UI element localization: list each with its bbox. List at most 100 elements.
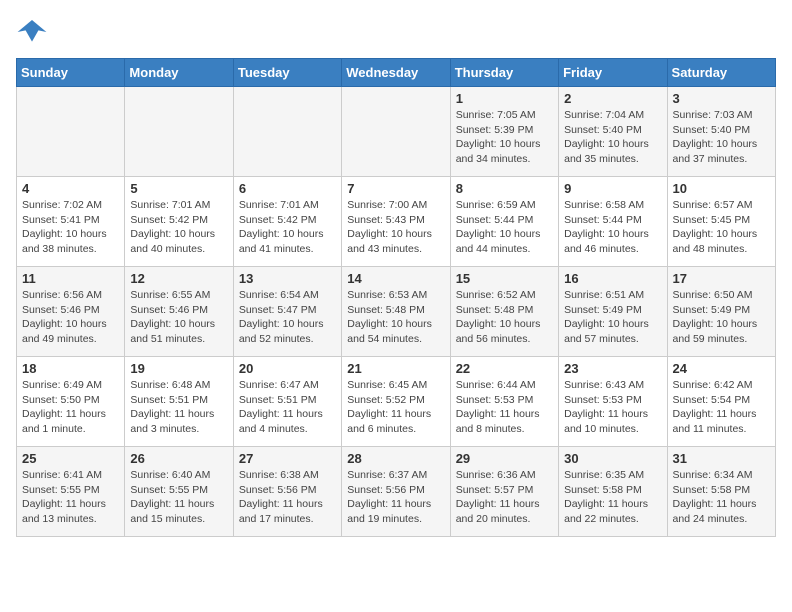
day-number: 6	[239, 181, 336, 196]
cell-line: Daylight: 11 hours	[564, 408, 648, 420]
cell-line: and 24 minutes.	[673, 513, 748, 525]
cell-line: and 35 minutes.	[564, 153, 639, 165]
cell-line: Sunset: 5:48 PM	[456, 304, 534, 316]
cell-line: Daylight: 10 hours	[130, 228, 215, 240]
cell-line: Sunrise: 6:36 AM	[456, 469, 536, 481]
cell-line: Daylight: 11 hours	[130, 498, 214, 510]
cell-line: Sunset: 5:55 PM	[130, 484, 208, 496]
calendar-cell: 1Sunrise: 7:05 AMSunset: 5:39 PMDaylight…	[450, 87, 558, 177]
cell-line: Sunrise: 7:02 AM	[22, 199, 102, 211]
day-number: 5	[130, 181, 227, 196]
cell-content: Sunrise: 6:55 AMSunset: 5:46 PMDaylight:…	[130, 288, 227, 347]
day-number: 23	[564, 361, 661, 376]
calendar-cell: 28Sunrise: 6:37 AMSunset: 5:56 PMDayligh…	[342, 447, 450, 537]
day-number: 26	[130, 451, 227, 466]
cell-line: and 19 minutes.	[347, 513, 422, 525]
cell-content: Sunrise: 6:34 AMSunset: 5:58 PMDaylight:…	[673, 468, 770, 527]
cell-content: Sunrise: 6:50 AMSunset: 5:49 PMDaylight:…	[673, 288, 770, 347]
logo-icon	[16, 16, 48, 48]
calendar-cell: 19Sunrise: 6:48 AMSunset: 5:51 PMDayligh…	[125, 357, 233, 447]
cell-content: Sunrise: 6:42 AMSunset: 5:54 PMDaylight:…	[673, 378, 770, 437]
calendar-cell: 5Sunrise: 7:01 AMSunset: 5:42 PMDaylight…	[125, 177, 233, 267]
cell-line: Daylight: 11 hours	[347, 498, 431, 510]
cell-line: and 46 minutes.	[564, 243, 639, 255]
calendar-cell: 18Sunrise: 6:49 AMSunset: 5:50 PMDayligh…	[17, 357, 125, 447]
cell-line: Sunset: 5:48 PM	[347, 304, 425, 316]
day-number: 8	[456, 181, 553, 196]
calendar-cell: 8 Sunrise: 6:59 AMSunset: 5:44 PMDaylight…	[450, 177, 558, 267]
cell-line: Sunset: 5:49 PM	[673, 304, 751, 316]
cell-line: and 20 minutes.	[456, 513, 531, 525]
cell-line: Sunset: 5:57 PM	[456, 484, 534, 496]
cell-line: Daylight: 10 hours	[456, 228, 541, 240]
cell-line: Daylight: 10 hours	[239, 228, 324, 240]
cell-line: Sunrise: 6:38 AM	[239, 469, 319, 481]
cell-content: Sunrise: 6:57 AMSunset: 5:45 PMDaylight:…	[673, 198, 770, 257]
day-number: 31	[673, 451, 770, 466]
cell-line: Sunrise: 7:04 AM	[564, 109, 644, 121]
cell-line: Daylight: 10 hours	[456, 138, 541, 150]
cell-line: Sunset: 5:46 PM	[22, 304, 100, 316]
cell-line: and 11 minutes.	[673, 423, 747, 435]
cell-line: Sunrise: 7:05 AM	[456, 109, 536, 121]
cell-line: Sunset: 5:47 PM	[239, 304, 317, 316]
cell-line: Sunset: 5:58 PM	[673, 484, 751, 496]
cell-line: Daylight: 10 hours	[673, 318, 758, 330]
cell-content: Sunrise: 6:59 AMSunset: 5:44 PMDaylight:…	[456, 198, 553, 257]
calendar-week-2: 4Sunrise: 7:02 AMSunset: 5:41 PMDaylight…	[17, 177, 776, 267]
cell-line: Sunset: 5:52 PM	[347, 394, 425, 406]
cell-line: Sunset: 5:44 PM	[456, 214, 534, 226]
day-number: 4	[22, 181, 119, 196]
calendar-cell: 29Sunrise: 6:36 AMSunset: 5:57 PMDayligh…	[450, 447, 558, 537]
calendar-cell: 30Sunrise: 6:35 AMSunset: 5:58 PMDayligh…	[559, 447, 667, 537]
cell-line: and 10 minutes.	[564, 423, 639, 435]
calendar-cell: 23Sunrise: 6:43 AMSunset: 5:53 PMDayligh…	[559, 357, 667, 447]
cell-content: Sunrise: 7:00 AMSunset: 5:43 PMDaylight:…	[347, 198, 444, 257]
cell-line: Sunrise: 6:49 AM	[22, 379, 102, 391]
calendar-cell	[125, 87, 233, 177]
day-number: 15	[456, 271, 553, 286]
cell-line: Daylight: 11 hours	[22, 408, 106, 420]
cell-line: Sunset: 5:42 PM	[239, 214, 317, 226]
cell-line: Daylight: 11 hours	[564, 498, 648, 510]
cell-line: Daylight: 11 hours	[673, 408, 757, 420]
calendar-cell: 25Sunrise: 6:41 AMSunset: 5:55 PMDayligh…	[17, 447, 125, 537]
day-number: 22	[456, 361, 553, 376]
cell-line: Sunrise: 6:42 AM	[673, 379, 753, 391]
cell-line: and 8 minutes.	[456, 423, 525, 435]
cell-line: Sunset: 5:45 PM	[673, 214, 751, 226]
cell-content: Sunrise: 6:56 AMSunset: 5:46 PMDaylight:…	[22, 288, 119, 347]
calendar-cell: 26 Sunrise: 6:40 AM Sunset: 5:55 PM Dayligh…	[125, 447, 233, 537]
cell-line: Daylight: 10 hours	[564, 318, 649, 330]
header-saturday: Saturday	[667, 59, 775, 87]
cell-line: and 52 minutes.	[239, 333, 314, 345]
day-number: 10	[673, 181, 770, 196]
cell-line: Sunrise: 6:54 AM	[239, 289, 319, 301]
day-number: 25	[22, 451, 119, 466]
calendar-cell: 20Sunrise: 6:47 AMSunset: 5:51 PMDayligh…	[233, 357, 341, 447]
cell-line: Sunrise: 6:57 AM	[673, 199, 753, 211]
cell-line: Sunrise: 6:52 AM	[456, 289, 536, 301]
cell-content: Sunrise: 7:05 AMSunset: 5:39 PMDaylight:…	[456, 108, 553, 167]
cell-line: Daylight: 10 hours	[456, 318, 541, 330]
calendar-cell	[342, 87, 450, 177]
cell-line: Sunrise: 6:58 AM	[564, 199, 644, 211]
cell-content: Sunrise: 6:45 AMSunset: 5:52 PMDaylight:…	[347, 378, 444, 437]
cell-content: Sunrise: 7:03 AMSunset: 5:40 PMDaylight:…	[673, 108, 770, 167]
cell-line: Daylight: 10 hours	[347, 228, 432, 240]
cell-line: and 51 minutes.	[130, 333, 205, 345]
cell-line: Sunrise: 6:40 AM	[130, 469, 210, 481]
header-thursday: Thursday	[450, 59, 558, 87]
cell-line: and 1 minute.	[22, 423, 86, 435]
cell-line: Sunrise: 7:01 AM	[239, 199, 319, 211]
cell-line: and 38 minutes.	[22, 243, 97, 255]
cell-line: and 37 minutes.	[673, 153, 748, 165]
cell-line: and 54 minutes.	[347, 333, 422, 345]
cell-line: Sunset: 5:53 PM	[564, 394, 642, 406]
cell-content: Sunrise: 6:40 AM Sunset: 5:55 PM Daylight:…	[130, 468, 227, 527]
calendar-week-1: 1Sunrise: 7:05 AMSunset: 5:39 PMDaylight…	[17, 87, 776, 177]
calendar-cell: 15 Sunrise: 6:52 AM Sunset: 5:48 PM Dayligh…	[450, 267, 558, 357]
cell-content: Sunrise: 7:01 AM Sunset: 5:42 PM Daylight:…	[239, 198, 336, 257]
cell-content: Sunrise: 6:58 AMSunset: 5:44 PMDaylight:…	[564, 198, 661, 257]
calendar-table: SundayMondayTuesdayWednesdayThursdayFrid…	[16, 58, 776, 537]
